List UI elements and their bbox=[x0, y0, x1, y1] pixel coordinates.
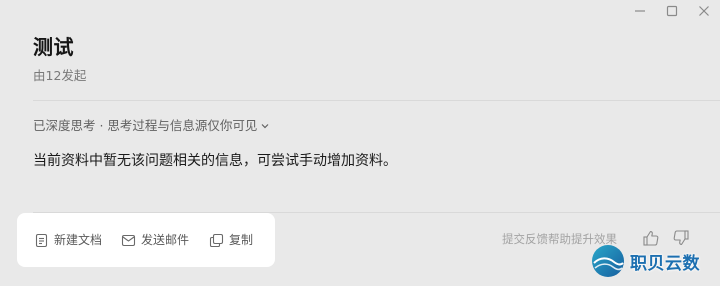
action-bar: 新建文档 发送邮件 复制 bbox=[17, 213, 275, 267]
copy-icon bbox=[209, 233, 224, 247]
minimize-button[interactable] bbox=[624, 0, 656, 22]
watermark-logo-icon bbox=[592, 245, 624, 277]
minimize-icon bbox=[635, 10, 645, 12]
maximize-button[interactable] bbox=[656, 0, 688, 22]
page-title: 测试 bbox=[33, 35, 74, 59]
mail-icon bbox=[121, 234, 136, 246]
watermark: 职贝云数 bbox=[590, 240, 718, 282]
window-controls bbox=[624, 0, 720, 22]
chevron-down-icon bbox=[260, 121, 270, 131]
thinking-label: 已深度思考 · 思考过程与信息源仅你可见 bbox=[33, 118, 258, 133]
header-divider bbox=[33, 100, 720, 101]
thinking-toggle[interactable]: 已深度思考 · 思考过程与信息源仅你可见 bbox=[33, 117, 270, 135]
send-mail-label: 发送邮件 bbox=[141, 233, 190, 247]
maximize-icon bbox=[666, 5, 678, 17]
close-button[interactable] bbox=[688, 0, 720, 22]
copy-label: 复制 bbox=[229, 233, 254, 247]
initiator-label: 由12发起 bbox=[33, 68, 87, 83]
new-document-button[interactable]: 新建文档 bbox=[34, 232, 102, 248]
close-icon bbox=[699, 6, 709, 16]
new-document-label: 新建文档 bbox=[54, 233, 103, 247]
copy-button[interactable]: 复制 bbox=[209, 232, 253, 248]
watermark-text: 职贝云数 bbox=[630, 253, 700, 274]
send-mail-button[interactable]: 发送邮件 bbox=[121, 232, 189, 248]
document-icon bbox=[35, 233, 48, 247]
answer-text: 当前资料中暂无该问题相关的信息，可尝试手动增加资料。 bbox=[33, 153, 397, 169]
